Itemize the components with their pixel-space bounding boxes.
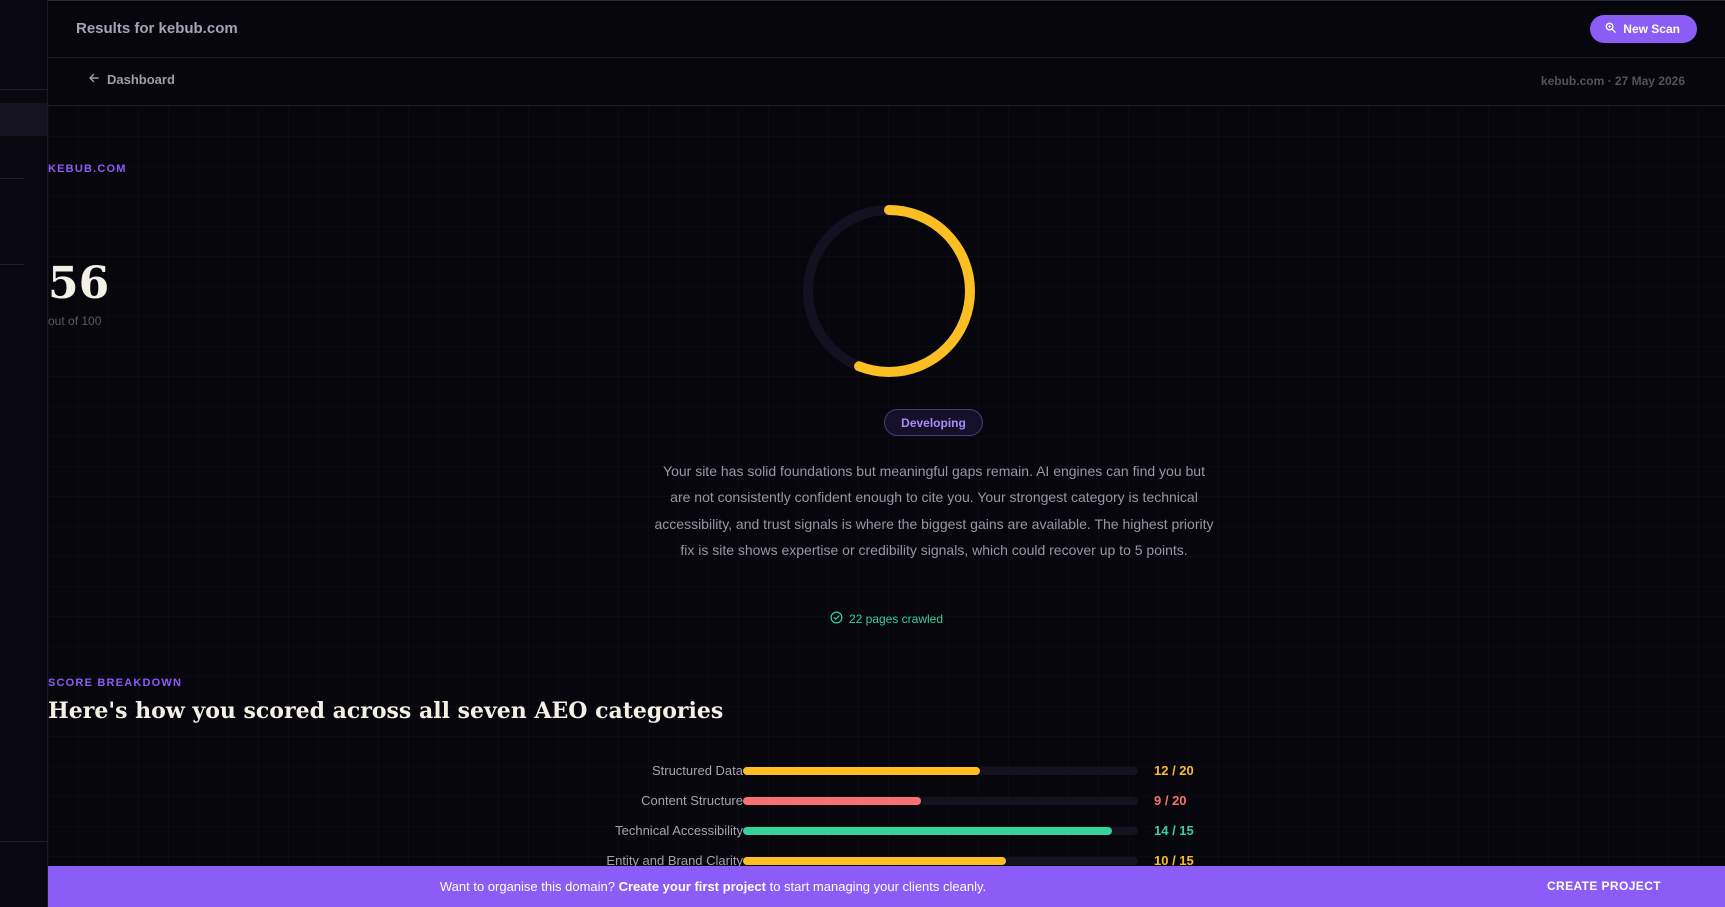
create-project-link[interactable]: Create your first project bbox=[619, 879, 766, 894]
score-out-of: out of 100 bbox=[48, 314, 102, 328]
status-badge: Developing bbox=[884, 409, 983, 436]
results-main: KEBUB.COM 56 out of 100 Developing Your … bbox=[48, 106, 1725, 907]
sidebar bbox=[0, 0, 48, 907]
breakdown-bar-track bbox=[743, 767, 1138, 775]
breakdown-bar-track bbox=[743, 797, 1138, 805]
sidebar-divider bbox=[0, 178, 24, 179]
section-label: SCORE BREAKDOWN bbox=[48, 677, 183, 689]
sub-bar: Dashboard kebub.com · 27 May 2026 bbox=[48, 57, 1725, 106]
search-icon bbox=[1605, 22, 1617, 36]
scan-meta: kebub.com · 27 May 2026 bbox=[1540, 74, 1685, 88]
breakdown-score: 9 / 20 bbox=[1154, 793, 1187, 808]
breakdown-score: 14 / 15 bbox=[1154, 823, 1194, 838]
sidebar-item-active[interactable] bbox=[0, 103, 47, 136]
score-value: 56 bbox=[48, 258, 110, 309]
sidebar-divider bbox=[0, 264, 24, 265]
new-scan-label: New Scan bbox=[1623, 22, 1680, 36]
score-summary: Your site has solid foundations but mean… bbox=[654, 463, 1214, 558]
breakdown-row: Technical Accessibility 14 / 15 bbox=[48, 820, 1725, 840]
arrow-left-icon bbox=[88, 72, 100, 87]
back-label: Dashboard bbox=[107, 72, 175, 87]
breakdown-score: 12 / 20 bbox=[1154, 763, 1194, 778]
cta-suffix: to start managing your clients cleanly. bbox=[765, 879, 987, 894]
sidebar-divider bbox=[0, 89, 47, 90]
breakdown-row: Structured Data 12 / 20 bbox=[48, 760, 1725, 780]
breakdown-bar-track bbox=[743, 827, 1138, 835]
domain-label: KEBUB.COM bbox=[48, 163, 127, 175]
breakdown-row: Content Structure 9 / 20 bbox=[48, 790, 1725, 810]
breakdown-bar-fill bbox=[743, 827, 1112, 835]
breakdown-label: Structured Data bbox=[651, 763, 743, 778]
cta-banner: Want to organise this domain? Create you… bbox=[48, 866, 1725, 907]
sidebar-divider bbox=[0, 841, 47, 842]
pages-crawled-label: 22 pages crawled bbox=[848, 612, 944, 626]
page-title: Results for kebub.com bbox=[76, 20, 238, 37]
breakdown-bar-track bbox=[743, 857, 1138, 865]
breakdown-bar-fill bbox=[743, 797, 921, 805]
section-title: Here's how you scored across all seven A… bbox=[48, 698, 724, 724]
cta-text: Want to organise this domain? Create you… bbox=[48, 879, 1378, 894]
pages-crawled: 22 pages crawled bbox=[48, 611, 1725, 627]
breakdown-label: Content Structure bbox=[641, 793, 743, 808]
new-scan-button[interactable]: New Scan bbox=[1590, 15, 1697, 43]
check-circle-icon bbox=[830, 611, 843, 627]
create-project-button[interactable]: CREATE PROJECT bbox=[1547, 879, 1661, 893]
cta-prefix: Want to organise this domain? bbox=[439, 879, 619, 894]
back-to-dashboard-link[interactable]: Dashboard bbox=[88, 72, 175, 87]
top-bar: Results for kebub.com New Scan bbox=[48, 0, 1725, 58]
breakdown-label: Technical Accessibility bbox=[615, 823, 743, 838]
breakdown-bar-fill bbox=[743, 767, 980, 775]
breakdown-bar-fill bbox=[743, 857, 1007, 865]
